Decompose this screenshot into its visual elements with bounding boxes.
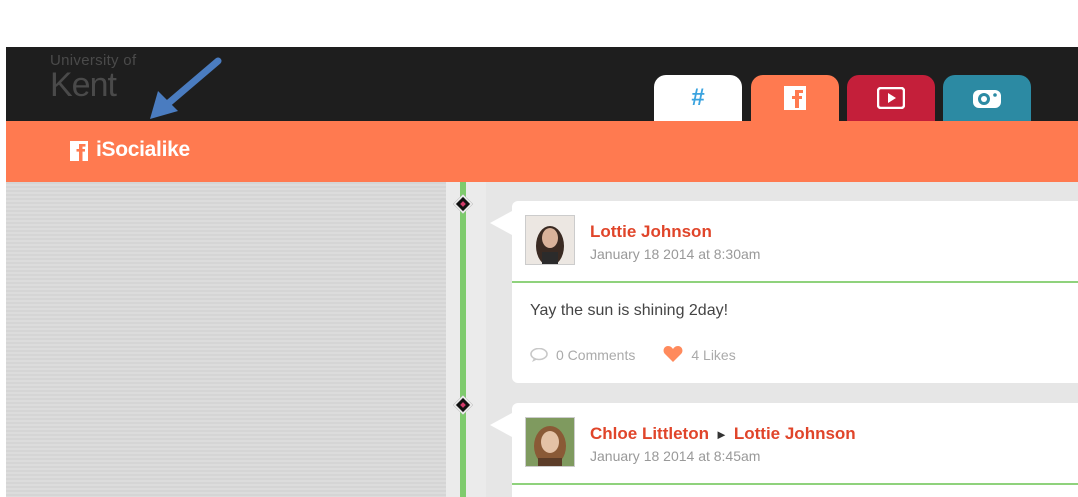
section-header: iSocialike [6, 121, 1078, 182]
post-date: January 18 2014 at 8:45am [590, 448, 761, 464]
heart-icon [663, 346, 683, 362]
recipient-arrow: ► [714, 427, 728, 442]
timeline-line [460, 182, 466, 497]
comments-link[interactable]: 0 Comments [530, 347, 635, 363]
post-pointer [490, 413, 512, 437]
page-title: iSocialike [96, 138, 190, 161]
post-header: Chloe Littleton ► Lottie Johnson January 1… [512, 403, 1078, 485]
likes-count: 4 Likes [691, 346, 736, 363]
post-card: Chloe Littleton ► Lottie Johnson January 1… [490, 403, 1078, 497]
author-link[interactable]: Chloe Littleton [590, 424, 709, 443]
post-card: Lottie Johnson January 18 2014 at 8:30am… [490, 201, 1078, 383]
post-pointer [490, 211, 512, 235]
author-name: Chloe Littleton ► Lottie Johnson [590, 424, 856, 444]
facebook-icon [784, 86, 806, 110]
facebook-icon [70, 141, 88, 161]
university-logo: University of Kent [50, 53, 136, 104]
avatar[interactable] [525, 417, 575, 467]
post-meta: 0 Comments 4 Likes [530, 346, 764, 363]
avatar-image [526, 216, 574, 264]
play-icon [877, 87, 905, 109]
tab-hashtag-label: # [691, 84, 705, 111]
pointer-arrow-icon [150, 57, 222, 119]
avatar[interactable] [525, 215, 575, 265]
avatar-image [526, 418, 574, 466]
tab-hashtag[interactable]: # [654, 75, 742, 121]
post-header: Lottie Johnson January 18 2014 at 8:30am [512, 201, 1078, 283]
author-link[interactable]: Lottie Johnson [590, 222, 712, 241]
recipient-link[interactable]: Lottie Johnson [734, 424, 856, 443]
left-panel [6, 182, 446, 497]
post-date: January 18 2014 at 8:30am [590, 246, 761, 262]
top-bar: University of Kent # [6, 47, 1078, 121]
comment-icon [530, 347, 548, 362]
tab-facebook[interactable] [751, 75, 839, 121]
tab-instagram[interactable] [943, 75, 1031, 121]
logo-line-2: Kent [50, 66, 117, 104]
comments-count: 0 Comments [556, 346, 636, 363]
timeline-strip [446, 182, 486, 497]
post-message: Yay the sun is shining 2day! [530, 302, 729, 319]
author-name[interactable]: Lottie Johnson [590, 222, 712, 242]
tab-youtube[interactable] [847, 75, 935, 121]
likes-link[interactable]: 4 Likes [663, 346, 736, 363]
camera-icon [973, 90, 1001, 108]
